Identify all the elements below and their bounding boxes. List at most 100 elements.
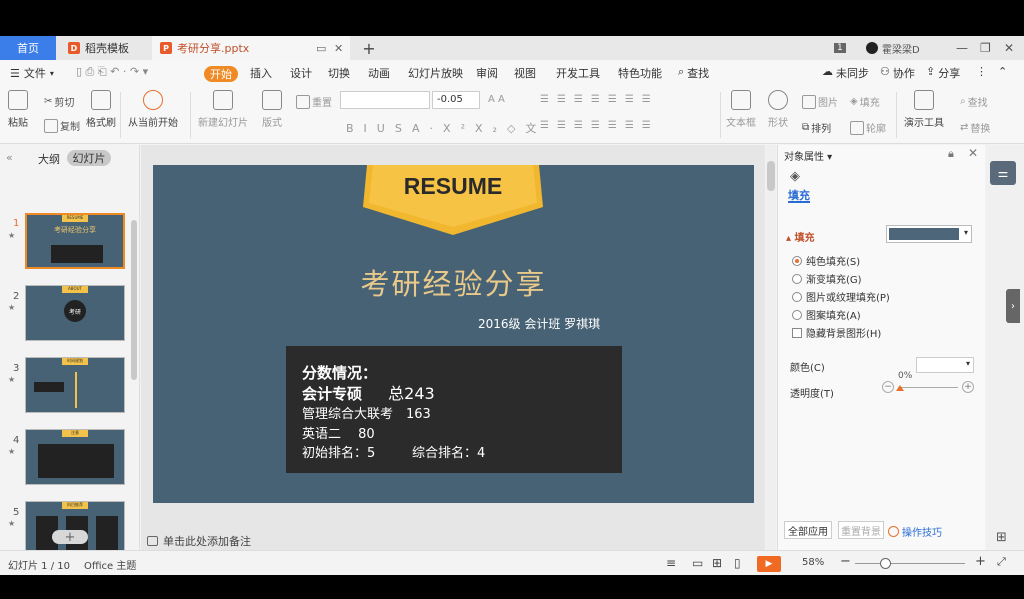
radio-gradient[interactable]	[792, 273, 802, 284]
arrange-button[interactable]: ⧉ 排列	[802, 120, 831, 135]
quick-access-icons[interactable]: ▯ ⎙ ⎗ ↶ · ↷ ▾	[76, 65, 148, 79]
slide-thumbnail-1[interactable]: RESUME 考研经验分享	[25, 213, 125, 269]
reset-background-button[interactable]: 重置背景	[838, 521, 884, 539]
lock-icon[interactable]: 🔒︎	[948, 147, 954, 161]
paste-button[interactable]: 粘贴	[8, 90, 28, 129]
tab-slideshow[interactable]: 幻灯片放映	[408, 65, 463, 81]
font-name-input[interactable]	[340, 91, 430, 109]
window-count-badge[interactable]: 1	[834, 36, 846, 60]
current-slide[interactable]: RESUME 考研经验分享 2016级 会计班 罗祺琪 分数情况： 会计专硕 总…	[153, 165, 754, 503]
cut-button[interactable]: ✂ 剪切	[44, 94, 74, 109]
radio-pattern[interactable]	[792, 309, 802, 320]
sorter-view-icon[interactable]: ⊞	[712, 556, 722, 570]
tab-review[interactable]: 审阅	[476, 65, 498, 81]
file-menu[interactable]: ☰ 文件 ▾	[10, 65, 54, 81]
tab-insert[interactable]: 插入	[250, 65, 272, 81]
user-account[interactable]: 霍梁梁D	[866, 36, 920, 60]
outline-button[interactable]: 轮廓	[850, 120, 886, 135]
close-window-icon[interactable]: ✕	[1004, 36, 1014, 60]
new-slide-button[interactable]: 新建幻灯片	[198, 90, 248, 129]
tab-view[interactable]: 视图	[514, 65, 536, 81]
share-button[interactable]: ⇪ 分享	[926, 65, 960, 81]
properties-sliders-icon[interactable]: ⚌	[990, 161, 1016, 185]
outline-tab[interactable]: 大纲	[38, 151, 60, 167]
zoom-slider-track[interactable]	[855, 563, 965, 564]
fill-button[interactable]: ◈ 填充	[850, 94, 880, 109]
copy-button[interactable]: 复制	[44, 118, 80, 133]
collab-button[interactable]: ⚇ 协作	[880, 65, 915, 81]
grid-apps-icon[interactable]: ⊞	[996, 530, 1007, 545]
tab-document[interactable]: P 考研分享.pptx ▭ ✕	[152, 36, 350, 60]
close-panel-icon[interactable]: ✕	[968, 146, 978, 160]
zoom-in-icon[interactable]: +	[975, 554, 986, 569]
zoom-out-icon[interactable]: −	[840, 554, 851, 569]
format-brush-button[interactable]: 格式刷	[86, 90, 116, 129]
font-style-icons[interactable]: BIUSA·X²X₂◇文	[346, 120, 546, 136]
gradient-fill-option[interactable]: 渐变填充(G)	[792, 271, 862, 286]
slide-thumbnail-4[interactable]: 注意	[25, 429, 125, 485]
zoom-level[interactable]: 58%	[802, 557, 824, 568]
presentation-tools-button[interactable]: 演示工具	[904, 90, 944, 129]
close-tab-icon[interactable]: ✕	[334, 42, 343, 55]
fill-section-header[interactable]: ▴ 填充	[786, 229, 815, 244]
new-tab-button[interactable]: +	[358, 36, 380, 60]
color-select[interactable]: ▾	[916, 357, 974, 373]
expand-panel-icon[interactable]: ›	[1006, 289, 1020, 323]
slide-thumbnail-3[interactable]: 时间规划	[25, 357, 125, 413]
hide-background-option[interactable]: 隐藏背景图形(H)	[792, 325, 881, 340]
more-icon[interactable]: ⋮	[976, 65, 987, 78]
collapse-panel-icon[interactable]: «	[6, 151, 13, 164]
pattern-fill-option[interactable]: 图案填充(A)	[792, 307, 861, 322]
from-current-button[interactable]: 从当前开始	[128, 90, 178, 129]
tab-special[interactable]: 特色功能	[618, 65, 662, 81]
tips-link[interactable]: 操作技巧	[888, 524, 942, 539]
canvas-scrollbar[interactable]	[766, 145, 776, 550]
textbox-button[interactable]: 文本框	[726, 90, 756, 129]
radio-solid[interactable]	[792, 255, 802, 266]
picture-fill-option[interactable]: 图片或纹理填充(P)	[792, 289, 890, 304]
paragraph-icons[interactable]: ☰☰☰☰☰☰☰	[540, 94, 659, 105]
replace-button[interactable]: ⇄ 替换	[960, 120, 990, 135]
add-slide-button[interactable]: +	[52, 530, 88, 545]
score-textbox[interactable]: 分数情况： 会计专硕 总243 管理综合大联考 163 英语二 80 初始排名：…	[286, 346, 622, 473]
find-button[interactable]: ⌕ 查找	[960, 94, 988, 109]
notes-area[interactable]: 单击此处添加备注	[141, 532, 765, 550]
transparency-slider[interactable]	[898, 387, 958, 388]
restore-icon[interactable]: ❐	[980, 36, 991, 60]
tab-animation[interactable]: 动画	[368, 65, 390, 81]
increase-transparency-button[interactable]: +	[962, 381, 974, 393]
tab-start[interactable]: 开始	[204, 66, 238, 82]
fit-window-icon[interactable]: ⤢	[997, 555, 1006, 569]
fill-bucket-icon[interactable]: ◈	[790, 169, 800, 184]
play-slideshow-button[interactable]: ▶	[757, 556, 781, 572]
theme-name[interactable]: Office 主题	[84, 557, 136, 572]
normal-view-icon[interactable]: ▭	[692, 556, 703, 570]
solid-fill-option[interactable]: 纯色填充(S)	[792, 253, 860, 268]
apply-all-button[interactable]: 全部应用	[784, 521, 832, 539]
font-grow-shrink-icons[interactable]: A A	[488, 94, 505, 105]
tab-daoke-templates[interactable]: D 稻壳模板	[58, 36, 150, 60]
alignment-icons[interactable]: ☰☰☰☰☰☰☰	[540, 120, 659, 131]
font-size-input[interactable]: -0.05	[432, 91, 480, 109]
zoom-slider-knob[interactable]	[880, 558, 891, 569]
thumbnail-scrollbar[interactable]	[131, 220, 137, 380]
collapse-ribbon-icon[interactable]: ⌃	[998, 65, 1007, 78]
tab-developer[interactable]: 开发工具	[556, 65, 600, 81]
fill-color-select[interactable]: ▾	[886, 225, 972, 243]
picture-button[interactable]: 图片	[802, 94, 838, 109]
slides-tab[interactable]: 幻灯片	[67, 150, 111, 166]
hide-background-checkbox[interactable]	[792, 327, 802, 338]
shape-button[interactable]: 形状	[768, 90, 788, 129]
radio-picture[interactable]	[792, 291, 802, 302]
canvas-scroll-thumb[interactable]	[767, 161, 775, 191]
pin-window-icon[interactable]: ▭	[316, 42, 326, 55]
search-menu[interactable]: ⌕ 查找	[678, 65, 709, 81]
tab-design[interactable]: 设计	[290, 65, 312, 81]
decrease-transparency-button[interactable]: −	[882, 381, 894, 393]
transparency-slider-handle[interactable]	[896, 385, 904, 391]
tab-home[interactable]: 首页	[0, 36, 56, 60]
reading-view-icon[interactable]: ▯	[734, 556, 741, 570]
minimize-icon[interactable]: —	[956, 36, 968, 60]
sync-status[interactable]: ☁ 未同步	[822, 65, 869, 81]
notes-toggle-icon[interactable]: ≡	[666, 556, 676, 570]
